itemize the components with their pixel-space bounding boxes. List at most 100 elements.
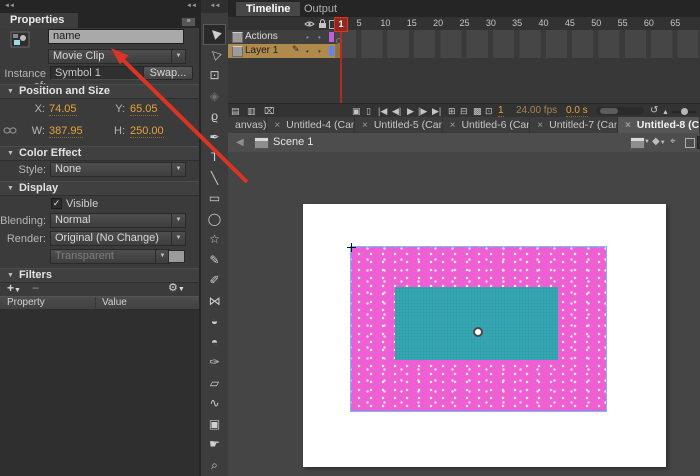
timeline-scrollbar[interactable] [596, 107, 644, 115]
lock-icon[interactable] [318, 19, 327, 29]
clip-content-outline-icon[interactable] [685, 138, 695, 148]
visible-checkbox[interactable]: ✓ [51, 198, 62, 209]
hand-tool[interactable]: ☛ [204, 434, 225, 455]
close-tab-icon[interactable]: × [625, 120, 631, 131]
paint-bucket-tool[interactable]: ◒ [204, 311, 225, 332]
delete-layer-button[interactable]: ⌧ [264, 105, 274, 117]
document-tab[interactable]: ×Untitled-8 (Canva [618, 117, 700, 133]
collapse-panel-icon[interactable]: ◄◄ [4, 0, 14, 13]
frame-number[interactable]: 55 [618, 18, 628, 28]
collapse-panel-icon[interactable]: ◄◄ [210, 3, 220, 9]
free-transform-tool[interactable]: ⊡ [204, 65, 225, 86]
document-tab[interactable]: ×Untitled-7 (Canvas)* [530, 117, 618, 133]
gradient-transform-tool[interactable]: ◈ [204, 86, 225, 107]
play-button[interactable]: ▶ [407, 105, 414, 117]
modify-markers-button[interactable]: ⊡ [485, 105, 493, 117]
collapse-panel-icon[interactable]: ◄◄ [186, 0, 196, 13]
frame-number[interactable]: 35 [512, 18, 522, 28]
first-frame-button[interactable]: |◀ [378, 105, 387, 117]
frame-number[interactable]: 20 [433, 18, 443, 28]
panel-menu-icon[interactable]: ≡ [181, 17, 196, 27]
w-value[interactable]: 387.95 [49, 125, 83, 138]
width-tool[interactable]: ∿ [204, 393, 225, 414]
close-tab-icon[interactable]: × [362, 120, 368, 131]
zoom-tool[interactable]: ⌕ [204, 455, 225, 476]
last-frame-button[interactable]: ▶| [432, 105, 441, 117]
tab-timeline[interactable]: Timeline [236, 2, 300, 16]
frame-grid[interactable] [335, 44, 700, 58]
show-hide-eye-icon[interactable] [304, 20, 315, 28]
eraser-tool[interactable]: ▱ [204, 373, 225, 394]
symbol-type-dropdown[interactable]: Movie Clip ▼ [48, 49, 186, 64]
layer-lock-dot[interactable]: • [318, 33, 321, 42]
new-folder-button[interactable]: ▥ [247, 105, 256, 117]
frame-number[interactable]: 15 [407, 18, 417, 28]
frame-number[interactable]: 50 [591, 18, 601, 28]
selected-shape-pink[interactable] [350, 246, 607, 412]
line-tool[interactable]: ╲ [204, 168, 225, 189]
center-frame-button[interactable]: ▣ [352, 105, 361, 117]
step-back-button[interactable]: ◀| [392, 105, 401, 117]
close-tab-icon[interactable]: × [274, 120, 280, 131]
add-filter-button[interactable]: +▼ [7, 281, 21, 295]
frame-rate-value[interactable]: 24.00 fps [516, 105, 557, 116]
text-tool[interactable]: T [204, 147, 225, 168]
close-tab-icon[interactable]: × [537, 120, 543, 131]
stage[interactable] [303, 204, 666, 467]
frame-number[interactable]: 45 [565, 18, 575, 28]
reset-timeline-zoom-icon[interactable]: ↺ [650, 105, 658, 117]
polystar-tool[interactable]: ☆ [204, 229, 225, 250]
document-tab[interactable]: ×Untitled-4 (Canvas)* [267, 117, 355, 133]
pasteboard[interactable] [228, 152, 700, 476]
rectangle-tool[interactable]: ▭ [204, 188, 225, 209]
onion-outlines-button[interactable]: ⊟ [460, 105, 468, 117]
tab-properties[interactable]: Properties [0, 13, 78, 28]
selection-tool[interactable]: ▶ [203, 24, 226, 45]
layer-row-actions[interactable]: Actions • • [228, 30, 700, 45]
oval-tool[interactable]: ◯ [204, 209, 225, 230]
layer-lock-dot[interactable]: • [318, 47, 321, 56]
blending-dropdown[interactable]: Normal ▼ [50, 213, 186, 228]
back-arrow-icon[interactable]: ◀ [236, 137, 244, 148]
edit-scene-icon[interactable] [630, 137, 645, 149]
current-frame-value[interactable]: 1 [498, 105, 504, 117]
close-tab-icon[interactable]: × [450, 120, 456, 131]
shape-teal[interactable] [395, 287, 558, 360]
edit-multiple-frames-button[interactable]: ▩ [473, 105, 482, 117]
frame-number[interactable]: 30 [486, 18, 496, 28]
link-width-height-icon[interactable] [3, 126, 17, 135]
document-tab[interactable]: ×Untitled-5 (Canvas)* [355, 117, 443, 133]
layer-visible-dot[interactable]: • [306, 47, 309, 56]
loop-button[interactable]: ▯ [366, 105, 371, 117]
ink-bottle-tool[interactable]: ◓ [204, 332, 225, 353]
document-tab[interactable]: anvas)* [228, 117, 267, 133]
section-display[interactable]: ▼Display [0, 181, 199, 196]
brush-tool[interactable]: ✐ [204, 270, 225, 291]
elapsed-time-value[interactable]: 0.0 s [566, 105, 588, 117]
section-position-size[interactable]: ▼Position and Size [0, 84, 199, 99]
document-tab[interactable]: ×Untitled-6 (Canvas)* [443, 117, 531, 133]
step-forward-button[interactable]: |▶ [418, 105, 427, 117]
new-layer-button[interactable]: ▤ [231, 105, 240, 117]
frame-number[interactable]: 65 [670, 18, 680, 28]
layer-name[interactable]: Actions [245, 31, 278, 42]
filters-list[interactable] [0, 309, 199, 476]
edit-symbols-icon[interactable]: ◆▼ [652, 136, 666, 147]
h-value[interactable]: 250.00 [130, 125, 164, 138]
timeline-zoom-slider[interactable] [672, 111, 696, 113]
frame-number[interactable]: 60 [644, 18, 654, 28]
instance-of-field[interactable]: Symbol 1 [50, 66, 146, 80]
instance-name-input[interactable] [48, 29, 184, 44]
camera-tool[interactable]: ▣ [204, 414, 225, 435]
onion-skin-button[interactable]: ⊞ [448, 105, 456, 117]
y-value[interactable]: 65.05 [130, 103, 158, 116]
frame-grid[interactable] [335, 30, 700, 44]
frame-number[interactable]: 40 [539, 18, 549, 28]
scrollbar-thumb[interactable] [600, 108, 618, 114]
timeline-empty-area[interactable] [228, 58, 700, 103]
pencil-tool[interactable]: ✎ [204, 250, 225, 271]
pen-tool[interactable]: ✒ [204, 127, 225, 148]
layer-visible-dot[interactable]: • [306, 33, 309, 42]
tab-output[interactable]: Output [294, 2, 347, 16]
frame-number[interactable]: 10 [380, 18, 390, 28]
